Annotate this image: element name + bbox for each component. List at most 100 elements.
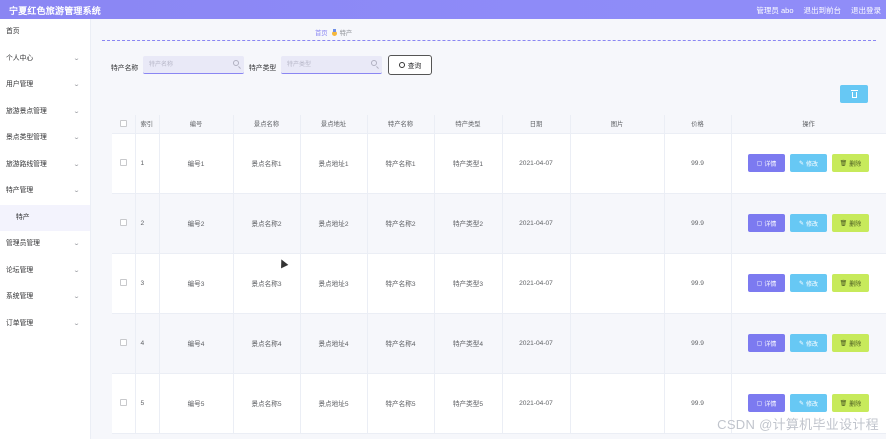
sidebar-item-4[interactable]: 景点类型管理 ⌄ bbox=[0, 125, 90, 152]
table-row: 2 编号2 景点名称2 景点地址2 特产名称2 特产类型2 2021-04-07 99.9 ▢ 详… bbox=[112, 193, 886, 254]
edit-button-label: 修改 bbox=[806, 341, 819, 348]
sidebar-item-11[interactable]: 订单管理 ⌄ bbox=[0, 311, 90, 338]
cell-date: 2021-04-07 bbox=[502, 253, 571, 314]
sidebar-item-3[interactable]: 旅游景点管理 ⌄ bbox=[0, 99, 90, 126]
data-table: 索引 编号 景点名称 景点地址 特产名称 特产类型 日期 图片 价格 操作 1 编号1 景点名称1 景点… bbox=[112, 115, 886, 434]
cell-code: 编号3 bbox=[159, 253, 234, 314]
edit-button[interactable]: ✎ 修改 bbox=[790, 214, 827, 232]
top-bar: 宁夏红色旅游管理系统 管理员 abo 退出到前台 退出登录 bbox=[0, 0, 886, 19]
chevron-down-icon: ⌄ bbox=[72, 267, 81, 274]
sidebar-item-label: 景点类型管理 bbox=[6, 134, 47, 141]
cell-actions: ▢ 详情 ✎ 修改 🗑 删除 bbox=[731, 253, 886, 314]
chevron-down-icon: ⌄ bbox=[72, 108, 81, 115]
cell-code: 编号4 bbox=[159, 313, 234, 374]
delete-button[interactable]: 🗑 删除 bbox=[832, 394, 869, 412]
chevron-down-icon: ⌄ bbox=[72, 294, 81, 300]
trash-icon: 🗑 bbox=[839, 340, 848, 347]
pencil-icon: ✎ bbox=[798, 220, 804, 227]
cell-spot: 景点名称5 bbox=[233, 373, 301, 434]
detail-button-label: 详情 bbox=[764, 341, 777, 348]
chevron-down-icon: ⌄ bbox=[72, 320, 81, 327]
table-row: 4 编号4 景点名称4 景点地址4 特产名称4 特产类型4 2021-04-07 99.9 ▢ 详… bbox=[112, 313, 886, 374]
delete-button[interactable]: 🗑 删除 bbox=[832, 274, 869, 292]
search-icon bbox=[233, 60, 239, 66]
name-search-field[interactable] bbox=[143, 56, 244, 74]
cell-index: 4 bbox=[135, 313, 160, 374]
edit-button-label: 修改 bbox=[806, 221, 819, 228]
sidebar-item-8[interactable]: 管理员管理 ⌄ bbox=[0, 231, 90, 258]
cell-spot: 景点名称3 bbox=[233, 253, 301, 314]
cell-name: 特产名称1 bbox=[367, 133, 435, 194]
back-to-front-link[interactable]: 退出到前台 bbox=[804, 5, 842, 16]
chevron-down-icon: ⌄ bbox=[72, 241, 81, 247]
select-all-checkbox[interactable] bbox=[119, 120, 127, 128]
sidebar-item-7[interactable]: 特产 bbox=[0, 204, 90, 231]
edit-button[interactable]: ✎ 修改 bbox=[790, 394, 827, 412]
delete-button[interactable]: 🗑 删除 bbox=[832, 154, 869, 172]
column-header: 编号 bbox=[159, 115, 234, 134]
sidebar-item-2[interactable]: 用户管理 ⌄ bbox=[0, 72, 90, 99]
sidebar-item-6[interactable]: 特产管理 ⌄ bbox=[0, 178, 90, 205]
type-search-input[interactable] bbox=[281, 56, 382, 73]
type-search-field[interactable] bbox=[281, 56, 382, 74]
cell-addr: 景点地址1 bbox=[300, 133, 368, 194]
edit-button-label: 修改 bbox=[806, 401, 819, 408]
cell-type: 特产类型2 bbox=[434, 193, 503, 254]
column-header: 特产名称 bbox=[367, 115, 435, 134]
sidebar-item-label: 论坛管理 bbox=[6, 266, 34, 274]
sidebar-item-label: 首页 bbox=[6, 28, 20, 35]
cell-image bbox=[570, 253, 665, 314]
detail-button[interactable]: ▢ 详情 bbox=[748, 274, 785, 292]
detail-button[interactable]: ▢ 详情 bbox=[748, 214, 785, 232]
cell-spot: 景点名称2 bbox=[233, 193, 301, 254]
cell-type: 特产类型4 bbox=[434, 313, 503, 374]
edit-button[interactable]: ✎ 修改 bbox=[790, 274, 827, 292]
query-button[interactable]: 查询 bbox=[388, 55, 432, 75]
cell-actions: ▢ 详情 ✎ 修改 🗑 删除 bbox=[731, 133, 886, 194]
cell-price: 99.9 bbox=[664, 253, 732, 314]
row-checkbox[interactable] bbox=[119, 159, 127, 167]
sidebar-item-label: 旅游景点管理 bbox=[6, 107, 47, 115]
cell-date: 2021-04-07 bbox=[502, 373, 571, 434]
cell-addr: 景点地址2 bbox=[300, 193, 368, 254]
logout-link[interactable]: 退出登录 bbox=[851, 5, 881, 16]
cell-code: 编号1 bbox=[159, 133, 234, 194]
name-search-input[interactable] bbox=[143, 56, 244, 73]
sidebar-item-1[interactable]: 个人中心 ⌄ bbox=[0, 46, 90, 73]
edit-button-label: 修改 bbox=[806, 161, 819, 168]
row-checkbox[interactable] bbox=[119, 339, 127, 347]
trash-icon: 🗑 bbox=[839, 160, 848, 167]
breadcrumb-current: 特产 bbox=[339, 30, 353, 37]
chevron-down-icon: ⌄ bbox=[72, 82, 81, 88]
edit-button-label: 修改 bbox=[806, 281, 819, 288]
row-checkbox[interactable] bbox=[119, 279, 127, 287]
cell-addr: 景点地址4 bbox=[300, 313, 368, 374]
delete-button[interactable]: 🗑 删除 bbox=[832, 214, 869, 232]
row-checkbox[interactable] bbox=[119, 219, 127, 227]
trash-icon bbox=[850, 89, 858, 98]
cell-addr: 景点地址3 bbox=[300, 253, 368, 314]
detail-button[interactable]: ▢ 详情 bbox=[748, 394, 785, 412]
sidebar-item-5[interactable]: 旅游路线管理 ⌄ bbox=[0, 152, 90, 179]
edit-button[interactable]: ✎ 修改 bbox=[790, 154, 827, 172]
sidebar-item-9[interactable]: 论坛管理 ⌄ bbox=[0, 258, 90, 285]
breadcrumb-home[interactable]: 首页 bbox=[315, 28, 328, 37]
admin-user-label[interactable]: 管理员 abo bbox=[756, 5, 793, 16]
delete-button[interactable]: 🗑 删除 bbox=[832, 334, 869, 352]
delete-button-label: 删除 bbox=[849, 161, 862, 168]
row-checkbox[interactable] bbox=[119, 399, 127, 407]
sidebar-item-10[interactable]: 系统管理 ⌄ bbox=[0, 284, 90, 311]
batch-delete-button[interactable] bbox=[840, 85, 868, 103]
cell-price: 99.9 bbox=[664, 193, 732, 254]
edit-button[interactable]: ✎ 修改 bbox=[790, 334, 827, 352]
sidebar-item-0[interactable]: 首页 bbox=[0, 19, 90, 46]
row-select-cell bbox=[112, 193, 136, 254]
name-search-label: 特产名称 bbox=[111, 65, 139, 72]
pencil-icon: ✎ bbox=[798, 340, 804, 347]
cell-index: 1 bbox=[135, 133, 160, 194]
detail-button[interactable]: ▢ 详情 bbox=[748, 334, 785, 352]
cell-image bbox=[570, 313, 665, 374]
column-header: 图片 bbox=[570, 115, 665, 134]
detail-button[interactable]: ▢ 详情 bbox=[748, 154, 785, 172]
pencil-icon: ✎ bbox=[798, 160, 804, 167]
